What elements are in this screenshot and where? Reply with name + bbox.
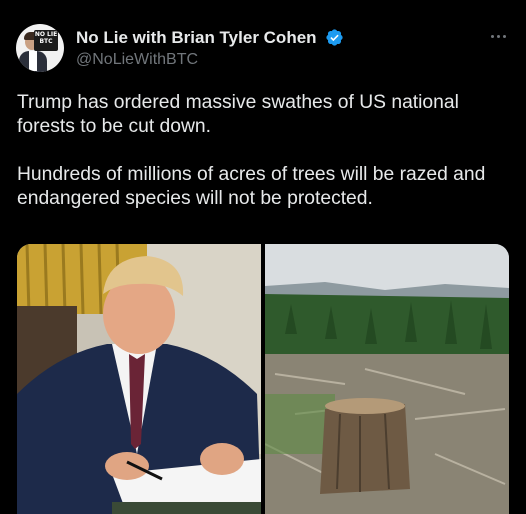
- media-image-trump-signing[interactable]: [17, 244, 261, 514]
- tweet-paragraph-1: Trump has ordered massive swathes of US …: [17, 92, 459, 137]
- author-handle[interactable]: @NoLieWithBTC: [76, 51, 198, 69]
- more-options-icon[interactable]: [487, 28, 509, 44]
- more-dot: [490, 34, 494, 38]
- more-dot: [502, 34, 506, 38]
- media-grid: [17, 244, 509, 514]
- tweet-paragraph-2: Hundreds of millions of acres of trees w…: [17, 164, 486, 209]
- avatar-person-shirt: [29, 51, 37, 71]
- verified-badge-icon: [326, 29, 343, 46]
- avatar[interactable]: NO LIE BTC: [16, 24, 64, 72]
- media-image-clearcut-forest[interactable]: [265, 244, 509, 514]
- more-dot: [496, 34, 500, 38]
- author-name[interactable]: No Lie with Brian Tyler Cohen: [76, 28, 317, 48]
- tweet-text: Trump has ordered massive swathes of US …: [17, 91, 512, 211]
- photo-clearcut-forest: [265, 244, 509, 514]
- avatar-badge-text: NO LIE BTC: [34, 31, 58, 45]
- avatar-badge: NO LIE BTC: [34, 30, 58, 51]
- photo-trump-signing: [17, 244, 261, 514]
